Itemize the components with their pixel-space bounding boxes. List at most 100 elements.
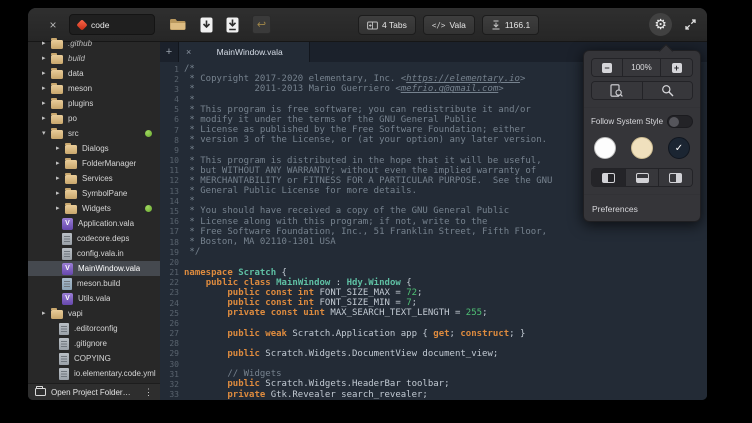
- code-line-18[interactable]: 18 * Boston, MA 02110-1301 USA: [160, 237, 707, 247]
- expand-arrow-icon[interactable]: [56, 175, 65, 182]
- folder-icon: [51, 40, 63, 49]
- code-line-30[interactable]: 30: [160, 359, 707, 369]
- search-icon: [661, 84, 674, 97]
- vala-file-icon: V: [62, 293, 73, 305]
- global-search-button[interactable]: [643, 82, 693, 99]
- code-line-17[interactable]: 17 * Free Software Foundation, Inc., 51 …: [160, 227, 707, 237]
- line-number: 13: [160, 187, 184, 196]
- line-number: 9: [160, 146, 184, 155]
- revert-icon: ↩: [257, 19, 266, 30]
- code-line-31[interactable]: 31 // Widgets: [160, 369, 707, 379]
- code-line-27[interactable]: 27 public weak Scratch.Application app {…: [160, 328, 707, 338]
- toggle-terminal-button[interactable]: [626, 169, 660, 186]
- code-text: * modify it under the terms of the GNU G…: [184, 115, 477, 125]
- new-tab-button[interactable]: +: [160, 42, 178, 62]
- tree-item-symbolpane[interactable]: SymbolPane: [28, 186, 160, 201]
- tree-item-codecore-deps[interactable]: codecore.deps: [28, 231, 160, 246]
- tree-item-vapi[interactable]: vapi: [28, 306, 160, 321]
- tree-item-dialogs[interactable]: Dialogs: [28, 141, 160, 156]
- expand-arrow-icon[interactable]: [42, 85, 51, 92]
- tree-item-build[interactable]: build: [28, 51, 160, 66]
- tab-close-icon[interactable]: ×: [186, 47, 191, 57]
- project-chooser-button[interactable]: code: [69, 14, 155, 35]
- revert-button[interactable]: ↩: [252, 15, 271, 34]
- code-line-32[interactable]: 32 public Scratch.Widgets.HeaderBar tool…: [160, 379, 707, 389]
- document-tab[interactable]: × MainWindow.vala: [178, 42, 310, 62]
- code-line-24[interactable]: 24 public const int FONT_SIZE_MIN = 7;: [160, 298, 707, 308]
- tree-item-github[interactable]: .github: [28, 36, 160, 51]
- language-button[interactable]: </> Vala: [423, 15, 475, 35]
- follow-system-style-toggle[interactable]: [667, 115, 693, 128]
- tree-item-meson-build[interactable]: meson.build: [28, 276, 160, 291]
- expand-arrow-icon[interactable]: [42, 70, 51, 77]
- zoom-in-button[interactable]: +: [661, 59, 692, 76]
- code-line-26[interactable]: 26: [160, 318, 707, 328]
- code-line-21[interactable]: 21namespace Scratch {: [160, 267, 707, 277]
- tree-item-po[interactable]: po: [28, 111, 160, 126]
- tree-item-copying[interactable]: COPYING: [28, 351, 160, 366]
- tree-item-application-vala[interactable]: VApplication.vala: [28, 216, 160, 231]
- code-line-25[interactable]: 25 private const uint MAX_SEARCH_TEXT_LE…: [160, 308, 707, 318]
- tabs-overview-button[interactable]: 4 Tabs: [358, 15, 416, 35]
- expand-arrow-icon[interactable]: [56, 145, 65, 152]
- tree-item-data[interactable]: data: [28, 66, 160, 81]
- style-option-light[interactable]: [594, 137, 616, 159]
- folder-icon: [65, 205, 77, 214]
- tree-item-foldermanager[interactable]: FolderManager: [28, 156, 160, 171]
- code-line-33[interactable]: 33 private Gtk.Revealer search_revealer;: [160, 390, 707, 400]
- tree-item-mainwindow-vala[interactable]: VMainWindow.vala: [28, 261, 160, 276]
- style-option-sepia[interactable]: [631, 137, 653, 159]
- save-as-button[interactable]: [226, 17, 239, 33]
- code-line-29[interactable]: 29 public Scratch.Widgets.DocumentView d…: [160, 349, 707, 359]
- tree-item-label: data: [68, 69, 84, 78]
- style-option-dark[interactable]: ✓: [668, 137, 690, 159]
- tree-item-io-elementary-code-yml[interactable]: io.elementary.code.yml: [28, 366, 160, 381]
- line-number: 3: [160, 85, 184, 94]
- zoom-level-button[interactable]: 100%: [623, 59, 661, 76]
- code-line-28[interactable]: 28: [160, 339, 707, 349]
- code-line-19[interactable]: 19 */: [160, 247, 707, 257]
- preferences-menu-item[interactable]: Preferences: [591, 202, 693, 214]
- zoom-out-button[interactable]: −: [592, 59, 623, 76]
- code-text: */: [184, 247, 200, 257]
- open-folder-button[interactable]: [169, 18, 187, 31]
- settings-menu-button[interactable]: ⚙: [649, 13, 672, 36]
- tree-item-config-vala-in[interactable]: config.vala.in: [28, 246, 160, 261]
- overflow-menu-icon[interactable]: ⋮: [144, 387, 153, 398]
- expand-arrow-icon[interactable]: [42, 40, 51, 47]
- code-line-22[interactable]: 22 public class MainWindow : Hdy.Window …: [160, 278, 707, 288]
- find-in-file-icon: [610, 84, 623, 97]
- tree-item-services[interactable]: Services: [28, 171, 160, 186]
- open-project-folder-label: Open Project Folder…: [51, 388, 139, 397]
- tree-item-meson[interactable]: meson: [28, 81, 160, 96]
- toggle-sidebar-button[interactable]: [592, 169, 626, 186]
- code-line-23[interactable]: 23 public const int FONT_SIZE_MAX = 72;: [160, 288, 707, 298]
- file-icon: [59, 353, 69, 365]
- expand-arrow-icon[interactable]: [42, 100, 51, 107]
- save-button[interactable]: [200, 17, 213, 33]
- goto-line-button[interactable]: 1166.1: [482, 15, 539, 35]
- expand-arrow-icon[interactable]: [42, 115, 51, 122]
- tree-item-src[interactable]: src: [28, 126, 160, 141]
- tree-item-label: Application.vala: [78, 219, 134, 228]
- expand-arrow-icon[interactable]: [42, 310, 51, 317]
- expand-arrow-icon[interactable]: [56, 160, 65, 167]
- tree-item-gitignore[interactable]: .gitignore: [28, 336, 160, 351]
- expand-arrow-icon[interactable]: [56, 205, 65, 212]
- expand-arrow-icon[interactable]: [42, 55, 51, 62]
- open-project-folder-button[interactable]: Open Project Folder… ⋮: [28, 383, 160, 400]
- header-center-buttons: 4 Tabs </> Vala 1166.1: [358, 15, 539, 35]
- window-close-button[interactable]: ×: [46, 18, 60, 32]
- tree-item-label: COPYING: [74, 354, 111, 363]
- tree-item-plugins[interactable]: plugins: [28, 96, 160, 111]
- line-number: 26: [160, 319, 184, 328]
- tree-item-utils-vala[interactable]: VUtils.vala: [28, 291, 160, 306]
- collapse-arrow-icon[interactable]: [42, 130, 51, 137]
- tree-item-editorconfig[interactable]: .editorconfig: [28, 321, 160, 336]
- expand-arrow-icon[interactable]: [56, 190, 65, 197]
- find-in-file-button[interactable]: [592, 82, 643, 99]
- fullscreen-button[interactable]: [681, 16, 699, 34]
- toggle-rightpane-button[interactable]: [659, 169, 692, 186]
- code-line-20[interactable]: 20: [160, 257, 707, 267]
- tree-item-widgets[interactable]: Widgets: [28, 201, 160, 216]
